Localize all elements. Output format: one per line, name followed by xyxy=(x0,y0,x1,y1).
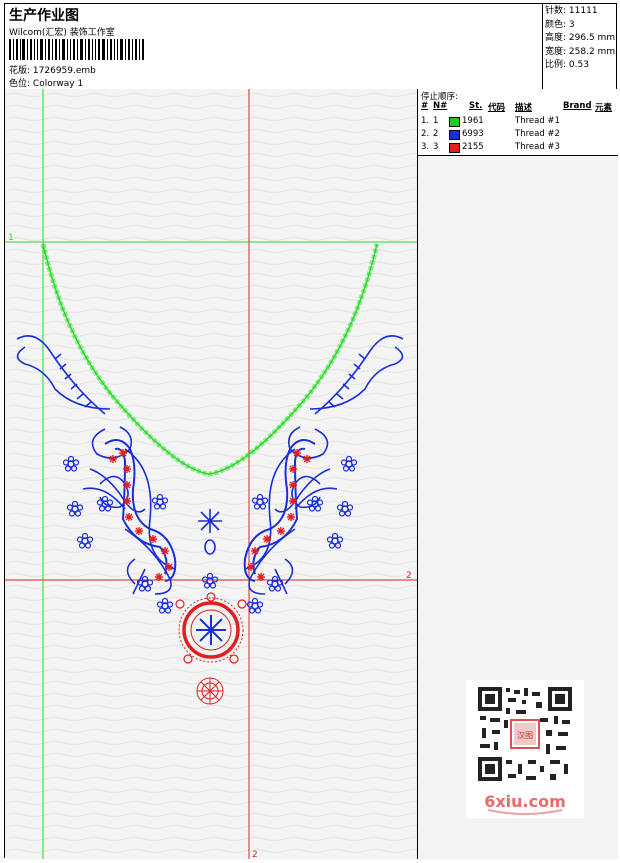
row-needle: 1 xyxy=(433,116,439,126)
embroidery-preview: 1 2 2 xyxy=(5,89,417,860)
stat-height: 高度: 296.5 mm xyxy=(545,32,618,46)
stat-value: 0.53 xyxy=(568,60,589,70)
guide-label-red-right: 2 xyxy=(406,571,412,581)
colorway-line: 色位: Colorway 1 xyxy=(9,76,83,89)
col-needle: N# xyxy=(433,101,448,111)
col-st: St. xyxy=(469,101,483,111)
stat-label: 宽度: xyxy=(545,46,567,57)
sheet-title: 生产作业图 xyxy=(9,8,79,24)
col-code: 代码 xyxy=(488,103,506,113)
stat-value: 258.2 mm xyxy=(568,46,616,57)
stat-label: 比例: xyxy=(545,60,567,70)
stat-scale: 比例: 0.53 xyxy=(545,59,618,73)
header-info: 生产作业图 Wilcom(汇宏) 装饰工作室 花版: 1726959.emb 色… xyxy=(5,4,542,89)
row-num: 3. xyxy=(421,142,430,152)
row-needle: 2 xyxy=(433,129,439,139)
stats-panel: 针数: 11111 颜色: 3 高度: 296.5 mm 宽度: 258.2 m… xyxy=(542,4,618,89)
thread-swatch xyxy=(449,130,460,140)
design-file: 1726959.emb xyxy=(32,66,96,76)
stat-colors: 颜色: 3 xyxy=(545,19,618,33)
row-num: 1. xyxy=(421,116,430,126)
stop-row: 1. 1 1961 Thread #1 xyxy=(418,116,618,129)
row-desc: Thread #2 xyxy=(515,129,560,139)
stat-value: 296.5 mm xyxy=(568,33,616,43)
stat-stitches: 针数: 11111 xyxy=(545,5,618,19)
watermark-text: 6xiu.com xyxy=(484,792,566,811)
red-rosette xyxy=(196,677,224,705)
stop-sequence-header: # N# St. 代码 描述 Brand 元素 xyxy=(418,101,618,113)
qr-watermark: 汉图 6xiu.com xyxy=(466,680,584,818)
col-desc: 描述 xyxy=(515,103,533,113)
guide-label-green: 1 xyxy=(8,233,14,243)
stat-label: 颜色: xyxy=(545,19,567,30)
colorway-value: Colorway 1 xyxy=(32,79,84,89)
barcode xyxy=(9,39,144,60)
stop-row: 3. 3 2155 Thread #3 xyxy=(418,142,618,155)
col-num: # xyxy=(421,101,429,111)
stat-width: 宽度: 258.2 mm xyxy=(545,46,618,60)
row-needle: 3 xyxy=(433,142,439,152)
design-file-line: 花版: 1726959.emb xyxy=(9,63,96,76)
col-brand: Brand xyxy=(563,101,592,111)
stat-label: 高度: xyxy=(545,33,567,43)
stop-sequence-table: 停止顺序: # N# St. 代码 描述 Brand 元素 1. 1 1961 … xyxy=(418,89,618,156)
guide-label-red-bottom: 2 xyxy=(252,850,258,859)
design-canvas: 1 2 2 xyxy=(5,89,418,860)
stat-label: 针数: xyxy=(545,6,567,16)
stat-value: 3 xyxy=(568,19,575,30)
colorway-label: 色位: xyxy=(9,79,31,89)
design-label: 花版: xyxy=(9,66,31,76)
company-name: Wilcom(汇宏) 装饰工作室 xyxy=(9,28,115,38)
col-element: 元素 xyxy=(595,103,613,113)
row-desc: Thread #1 xyxy=(515,116,560,126)
stop-row: 2. 2 6993 Thread #2 xyxy=(418,129,618,142)
row-code: 2155 xyxy=(462,142,484,152)
row-desc: Thread #3 xyxy=(515,142,560,152)
row-code: 1961 xyxy=(462,116,484,126)
row-code: 6993 xyxy=(462,129,484,139)
row-num: 2. xyxy=(421,129,430,139)
thread-swatch xyxy=(449,143,460,153)
watermark-badge: 汉图 xyxy=(517,731,533,740)
thread-swatch xyxy=(449,117,460,127)
stat-value: 11111 xyxy=(568,6,598,16)
qr-code-icon: 汉图 6xiu.com xyxy=(476,685,574,815)
